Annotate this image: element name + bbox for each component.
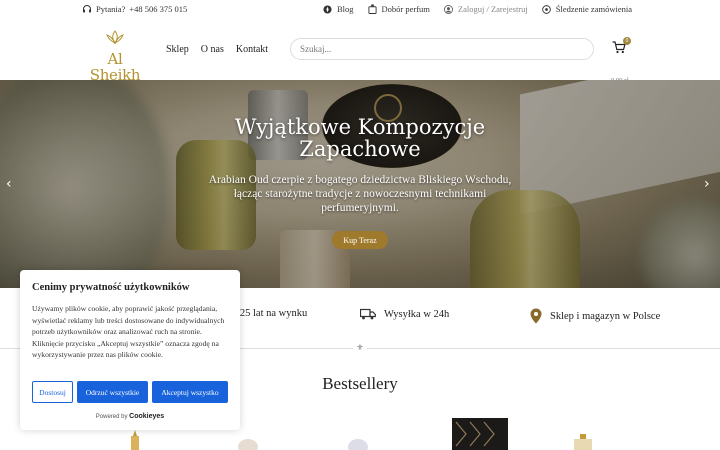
order-tracking-label: Śledzenie zamówienia	[555, 4, 632, 14]
feature-shipping: Wysyłka w 24h	[360, 308, 449, 320]
cookie-title: Cenimy prywatność użytkowników	[32, 282, 190, 293]
lotus-logo-icon	[106, 30, 124, 45]
logo-name: Al Sheikh	[89, 50, 141, 84]
blog-label: Blog	[336, 4, 354, 14]
hero-slider: Wyjątkowe Kompozycje Zapachowe Arabian O…	[0, 80, 720, 288]
login-label: Zaloguj / Zarejestruj	[457, 4, 528, 14]
customize-button[interactable]: Dostosuj	[32, 381, 73, 403]
headset-icon	[82, 4, 92, 14]
slider-prev-arrow-icon[interactable]: ‹	[6, 176, 12, 192]
login-link[interactable]: Zaloguj / Zarejestruj	[444, 4, 528, 14]
nav-contact[interactable]: Kontakt	[236, 44, 268, 55]
nav-shop[interactable]: Sklep	[166, 44, 189, 55]
phone-label: Pytania?	[96, 4, 126, 14]
feature-experience-label: n 25 lat na wynku	[232, 308, 308, 319]
product-image[interactable]	[128, 430, 142, 450]
powered-by-label: Powered by	[95, 414, 128, 420]
cart-count-badge: 0	[623, 37, 631, 45]
logo[interactable]: Al Sheikh PERFUMERY & OUD	[82, 30, 148, 88]
feature-store-label: Sklep i magazyn w Polsce	[550, 310, 661, 322]
order-tracking-link[interactable]: Śledzenie zamówienia	[542, 4, 632, 14]
perfume-selection-label: Dobór perfum	[381, 4, 430, 14]
cookieyes-logo: Cookieyes	[129, 413, 165, 420]
feature-shipping-label: Wysyłka w 24h	[384, 308, 450, 320]
cookie-consent-banner: Cenimy prywatność użytkowników Używamy p…	[20, 270, 240, 430]
main-nav: Sklep O nas Kontakt	[166, 44, 268, 55]
perfume-bottle-icon	[368, 4, 378, 14]
product-image[interactable]	[572, 434, 594, 450]
phone-contact[interactable]: Pytania? +48 506 375 015	[82, 4, 187, 14]
user-icon	[444, 4, 454, 14]
slider-next-arrow-icon[interactable]: ›	[704, 176, 710, 192]
hero-text: Arabian Oud czerpie z bogatego dziedzict…	[208, 174, 512, 214]
product-image[interactable]	[238, 438, 258, 450]
nav-about[interactable]: O nas	[201, 44, 224, 55]
product-image[interactable]	[348, 438, 368, 450]
delivery-truck-icon	[360, 308, 376, 320]
accept-all-button[interactable]: Akceptuj wszystko	[152, 381, 228, 403]
compass-icon	[323, 4, 333, 14]
product-image[interactable]	[452, 418, 508, 450]
cart-button[interactable]: 0	[612, 37, 632, 62]
perfume-selection-link[interactable]: Dobór perfum	[368, 4, 430, 14]
buy-now-button[interactable]: Kup Teraz	[332, 231, 388, 249]
header: Al Sheikh PERFUMERY & OUD Sklep O nas Ko…	[0, 24, 720, 88]
feature-experience: n 25 lat na wynku	[232, 308, 307, 319]
feature-store: Sklep i magazyn w Polsce	[530, 308, 660, 324]
location-icon	[542, 4, 552, 14]
hero-title: Wyjątkowe Kompozycje Zapachowe	[234, 115, 486, 161]
cookie-body: Używamy plików cookie, aby poprawić jako…	[32, 304, 225, 360]
reject-all-button[interactable]: Odrzuć wszystkie	[77, 381, 148, 403]
blog-link[interactable]: Blog	[323, 4, 354, 14]
map-pin-icon	[530, 308, 542, 324]
ornament-icon: ⚜	[353, 344, 367, 352]
powered-by[interactable]: Powered by Cookieyes	[20, 413, 240, 420]
phone-number[interactable]: +48 506 375 015	[129, 4, 187, 14]
top-bar: Pytania? +48 506 375 015 Blog Dobór perf…	[0, 0, 720, 20]
search-input[interactable]	[290, 38, 594, 60]
